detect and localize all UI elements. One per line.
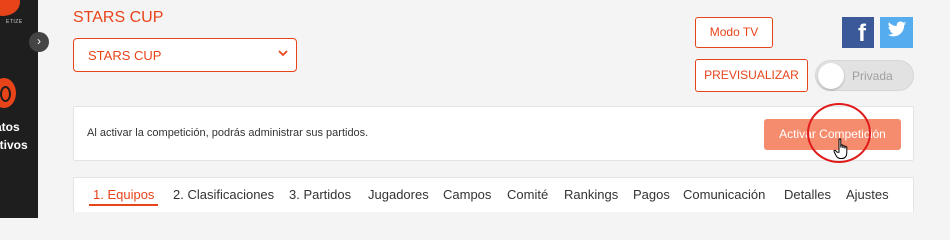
tab-comunicacion[interactable]: Comunicación bbox=[683, 187, 765, 202]
sidebar-item-datos-deportivos[interactable]: atos rtivos bbox=[0, 118, 38, 154]
tab-campos[interactable]: Campos bbox=[443, 187, 491, 202]
tab-partidos[interactable]: 3. Partidos bbox=[289, 187, 351, 202]
privada-toggle-label: Privada bbox=[852, 69, 893, 83]
hand-pointer-cursor-icon bbox=[833, 138, 851, 160]
sidebar-item-label-line1: atos bbox=[0, 120, 20, 134]
brand-text: ETIZE bbox=[6, 19, 23, 25]
sidebar-collapse-button[interactable]: › bbox=[29, 32, 49, 52]
previsualizar-button[interactable]: PREVISUALIZAR bbox=[695, 59, 808, 92]
competition-select[interactable]: STARS CUP bbox=[73, 38, 297, 72]
tab-detalles[interactable]: Detalles bbox=[784, 187, 831, 202]
activation-notice: Al activar la competición, podrás admini… bbox=[73, 106, 914, 161]
tab-jugadores[interactable]: Jugadores bbox=[368, 187, 429, 202]
chevron-down-icon bbox=[278, 47, 288, 61]
facebook-icon[interactable]: f bbox=[842, 17, 874, 48]
privada-toggle[interactable]: Privada bbox=[815, 60, 914, 91]
sidebar: ETIZE atos rtivos bbox=[0, 0, 38, 218]
chevron-right-icon: › bbox=[37, 34, 41, 48]
sidebar-item-label-line2: rtivos bbox=[0, 138, 28, 152]
activation-message: Al activar la competición, podrás admini… bbox=[87, 127, 369, 139]
modo-tv-button[interactable]: Modo TV bbox=[695, 17, 773, 48]
sport-nav-icon[interactable] bbox=[0, 78, 16, 108]
competition-select-value: STARS CUP bbox=[88, 48, 162, 63]
brand-logo-icon[interactable] bbox=[0, 0, 20, 16]
twitter-icon[interactable] bbox=[880, 17, 913, 48]
tab-rankings[interactable]: Rankings bbox=[564, 187, 618, 202]
tab-equipos[interactable]: 1. Equipos bbox=[93, 187, 154, 202]
tab-comite[interactable]: Comité bbox=[507, 187, 548, 202]
tab-ajustes[interactable]: Ajustes bbox=[846, 187, 889, 202]
active-tab-indicator bbox=[89, 204, 158, 206]
tab-pagos[interactable]: Pagos bbox=[633, 187, 670, 202]
tab-clasificaciones[interactable]: 2. Clasificaciones bbox=[173, 187, 274, 202]
section-tabs: 1. Equipos 2. Clasificaciones 3. Partido… bbox=[73, 177, 914, 212]
toggle-knob bbox=[818, 63, 844, 89]
page-title: STARS CUP bbox=[73, 9, 164, 26]
